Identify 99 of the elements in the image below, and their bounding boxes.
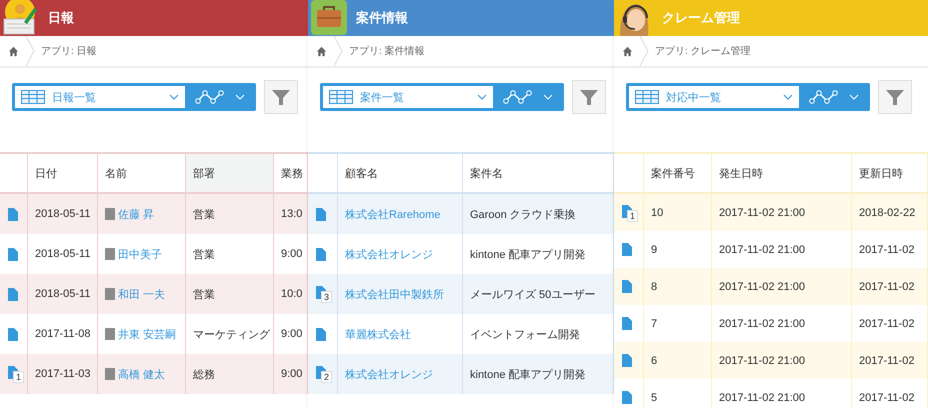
chevron-down-icon (783, 94, 793, 100)
breadcrumb-separator-icon (25, 36, 35, 66)
chevron-down-icon (477, 94, 487, 100)
table-cell: 2017-11-02 (859, 244, 914, 256)
table-cell-text: Garoon クラウド乗換 (470, 208, 576, 222)
document-icon[interactable] (8, 328, 18, 340)
document-icon[interactable] (622, 243, 632, 256)
user-link[interactable]: 田中美子 (118, 246, 162, 262)
table-cell: 2017-11-03 (35, 368, 90, 380)
document-icon[interactable] (622, 317, 632, 330)
breadcrumb-separator-icon (639, 36, 649, 66)
view-select[interactable]: 対応中一覧 (629, 86, 799, 108)
record-link[interactable]: 株式会社オレンジ (345, 246, 433, 262)
table-cell: 9 (651, 244, 658, 256)
avatar-photo (105, 208, 115, 220)
column-header[interactable]: 案件番号 (644, 154, 712, 192)
breadcrumb-link[interactable]: アプリ: クレーム管理 (655, 44, 751, 58)
table-cell-text: メールワイズ 50ユーザー (470, 288, 596, 302)
breadcrumb-link[interactable]: アプリ: 案件情報 (349, 44, 425, 58)
table-cell: 2017-11-02 21:00 (719, 318, 806, 330)
table-cell: 2018-05-11 (35, 248, 90, 260)
table-icon (21, 90, 45, 104)
column-header[interactable]: 部署 (186, 154, 274, 192)
home-icon[interactable] (316, 46, 327, 56)
home-icon[interactable] (8, 46, 19, 56)
table-cell: 10:0 (281, 288, 302, 300)
table-cell: 9:00 (281, 328, 302, 340)
column-header[interactable]: 顧客名 (338, 154, 463, 192)
table-cell-text: マーケティング (193, 328, 270, 342)
document-icon[interactable] (316, 248, 326, 260)
table-cell: 2017-11-08 (35, 328, 90, 340)
avatar-photo (105, 368, 115, 380)
table-cell-text: イベントフォーム開発 (470, 328, 580, 342)
table-cell: 2018-05-11 (35, 288, 90, 300)
view-select[interactable]: 案件一覧 (323, 86, 493, 108)
document-icon[interactable] (316, 208, 326, 220)
column-header[interactable]: 日付 (28, 154, 98, 192)
avatar-photo (105, 328, 115, 340)
column-header[interactable]: 発生日時 (712, 154, 852, 192)
table-icon (635, 90, 659, 104)
document-icon[interactable] (8, 288, 18, 300)
app-title: 案件情報 (356, 9, 408, 27)
breadcrumb-separator-icon (333, 36, 343, 66)
table-cell: 2017-11-02 (859, 354, 914, 366)
table-cell: 9:00 (281, 248, 302, 260)
record-link[interactable]: 華麗株式会社 (345, 326, 411, 342)
table-cell-text: 営業 (193, 208, 215, 222)
table-cell: 2017-11-02 (859, 280, 914, 292)
document-icon[interactable] (8, 208, 18, 220)
table-cell: 2017-11-02 21:00 (719, 280, 806, 292)
table-cell: 2017-11-02 21:00 (719, 206, 806, 218)
filter-icon (579, 87, 599, 107)
table-cell: 6 (651, 354, 658, 366)
filter-icon (271, 87, 291, 107)
document-icon[interactable] (316, 328, 326, 340)
document-icon[interactable] (622, 280, 632, 293)
table-cell-text: 営業 (193, 248, 215, 262)
filter-button[interactable] (878, 80, 912, 114)
document-icon[interactable] (622, 391, 632, 404)
chevron-down-icon[interactable] (849, 94, 859, 100)
document-icon[interactable] (8, 248, 18, 260)
table-cell: 2018-05-11 (35, 208, 90, 220)
table-cell: 2017-11-02 (859, 392, 914, 404)
document-icon[interactable] (622, 354, 632, 367)
filter-button[interactable] (264, 80, 298, 114)
user-link[interactable]: 井東 安芸嗣 (118, 326, 176, 342)
table-cell-text: kintone 配車アプリ開発 (470, 368, 586, 382)
filter-button[interactable] (572, 80, 606, 114)
table-cell: 5 (651, 392, 658, 404)
table-cell-text: 営業 (193, 288, 215, 302)
graph-icon[interactable] (503, 89, 533, 105)
table-cell: 10 (651, 206, 664, 218)
table-icon (329, 90, 353, 104)
app-title: クレーム管理 (662, 9, 740, 27)
table-cell: 2017-11-02 21:00 (719, 392, 806, 404)
table-cell-text: kintone 配車アプリ開発 (470, 248, 586, 262)
column-header[interactable]: 更新日時 (852, 154, 928, 192)
chevron-down-icon[interactable] (235, 94, 245, 100)
filter-icon (885, 87, 905, 107)
avatar-photo (105, 288, 115, 300)
chevron-down-icon (169, 94, 179, 100)
briefcase-icon (310, 0, 350, 36)
table-cell: 8 (651, 280, 658, 292)
avatar-photo (105, 248, 115, 260)
table-cell: 2018-02-22 (859, 206, 916, 218)
table-cell: 2017-11-02 (859, 318, 914, 330)
graph-icon[interactable] (195, 89, 225, 105)
table-cell: 7 (651, 318, 658, 330)
table-cell: 13:0 (281, 208, 302, 220)
table-cell: 2017-11-02 21:00 (719, 354, 806, 366)
view-select[interactable]: 日報一覧 (15, 86, 185, 108)
breadcrumb-link[interactable]: アプリ: 日報 (41, 44, 97, 58)
table-cell: 2017-11-02 21:00 (719, 244, 806, 256)
app-title: 日報 (48, 9, 74, 27)
graph-icon[interactable] (809, 89, 839, 105)
home-icon[interactable] (622, 46, 633, 56)
chevron-down-icon[interactable] (543, 94, 553, 100)
table-cell: 9:00 (281, 368, 302, 380)
table-cell-text: 総務 (193, 368, 215, 382)
